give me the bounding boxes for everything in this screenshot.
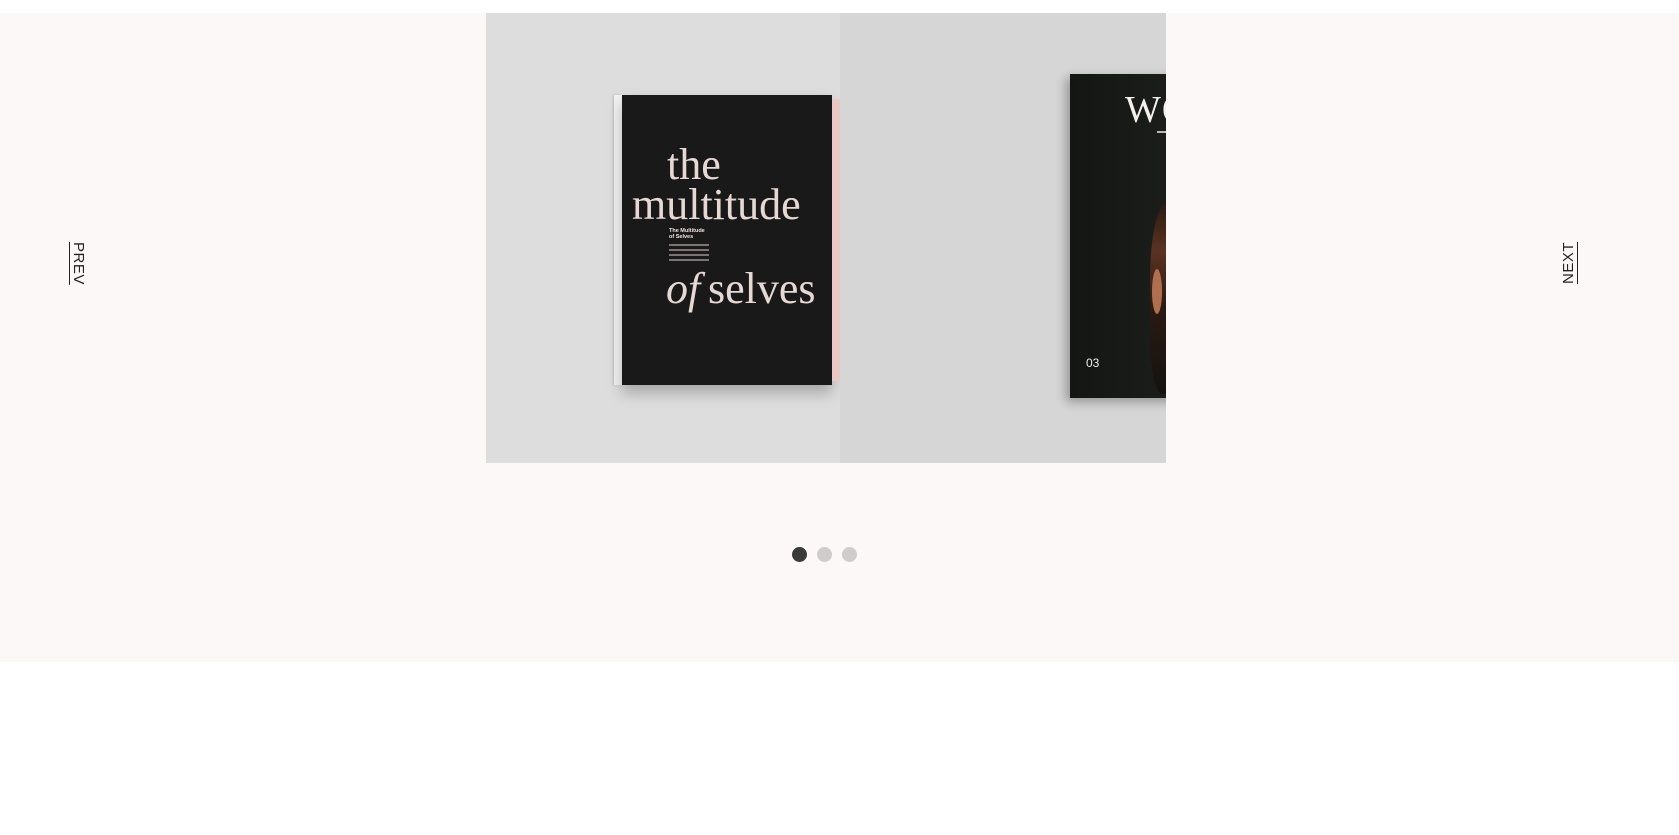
carousel-viewport[interactable]: the multitude The Multitude of Selves of… <box>486 13 1166 463</box>
book-spine-edge <box>832 99 840 381</box>
issue-number: 03 <box>1086 356 1100 370</box>
slide-2: WO 03 <box>840 13 1166 463</box>
pagination-dot-2[interactable] <box>817 547 832 562</box>
carousel-pagination <box>792 547 857 562</box>
book-cover-multitude: the multitude The Multitude of Selves of… <box>622 95 832 385</box>
cover-title-of: of <box>666 264 701 313</box>
cover-title-selves: selves <box>708 264 816 313</box>
slide-1: the multitude The Multitude of Selves of… <box>486 13 840 463</box>
magazine-masthead: WO <box>1125 89 1166 131</box>
book-cover-magazine: WO 03 <box>1070 74 1166 398</box>
cover-subtitle: The Multitude of Selves <box>669 228 719 240</box>
cover-subtitle-line2: of Selves <box>669 234 694 240</box>
pagination-dot-1[interactable] <box>792 547 807 562</box>
cover-blurb <box>669 244 709 264</box>
magazine-tagline <box>1157 131 1166 133</box>
cover-title-multitude: multitude <box>632 180 801 229</box>
next-button[interactable]: NEXT <box>1560 242 1577 284</box>
book-page-edge <box>614 95 622 385</box>
prev-button[interactable]: PREV <box>70 242 87 285</box>
pagination-dot-3[interactable] <box>842 547 857 562</box>
cover-photo-hand <box>1152 269 1162 314</box>
